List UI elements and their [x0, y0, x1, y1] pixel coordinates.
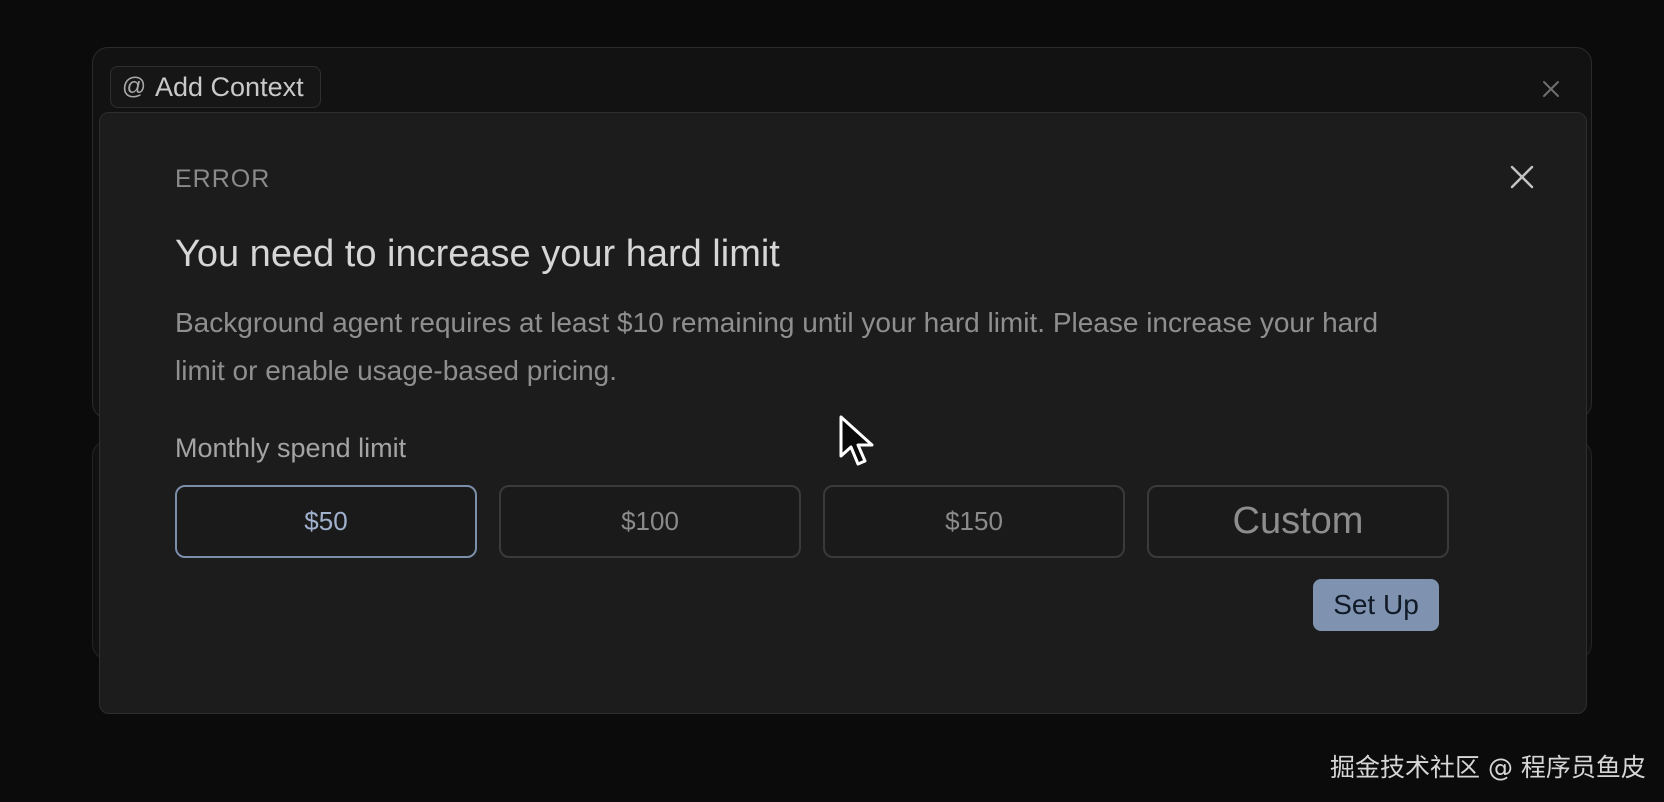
error-modal: ERROR You need to increase your hard lim… — [99, 112, 1587, 714]
spend-limit-options: $50 $100 $150 Custom — [175, 485, 1449, 558]
error-kicker: ERROR — [175, 165, 271, 193]
watermark: 掘金技术社区 @ 程序员鱼皮 — [1330, 753, 1646, 782]
spend-option-100[interactable]: $100 — [499, 485, 801, 558]
app-window: @ Add Context ERROR You need to increase… — [0, 0, 1664, 802]
error-title: You need to increase your hard limit — [175, 233, 780, 275]
add-context-label: Add Context — [155, 71, 304, 102]
add-context-button[interactable]: @ Add Context — [110, 66, 321, 108]
spend-option-custom[interactable]: Custom — [1147, 485, 1449, 558]
at-icon: @ — [121, 73, 147, 100]
close-icon[interactable] — [1508, 163, 1536, 191]
close-icon[interactable] — [1540, 78, 1562, 100]
error-message: Background agent requires at least $10 r… — [175, 307, 1379, 386]
spend-limit-label: Monthly spend limit — [175, 433, 407, 463]
spend-option-50[interactable]: $50 — [175, 485, 477, 558]
mouse-pointer-icon — [839, 415, 874, 466]
set-up-button[interactable]: Set Up — [1313, 579, 1439, 631]
spend-option-150[interactable]: $150 — [823, 485, 1125, 558]
